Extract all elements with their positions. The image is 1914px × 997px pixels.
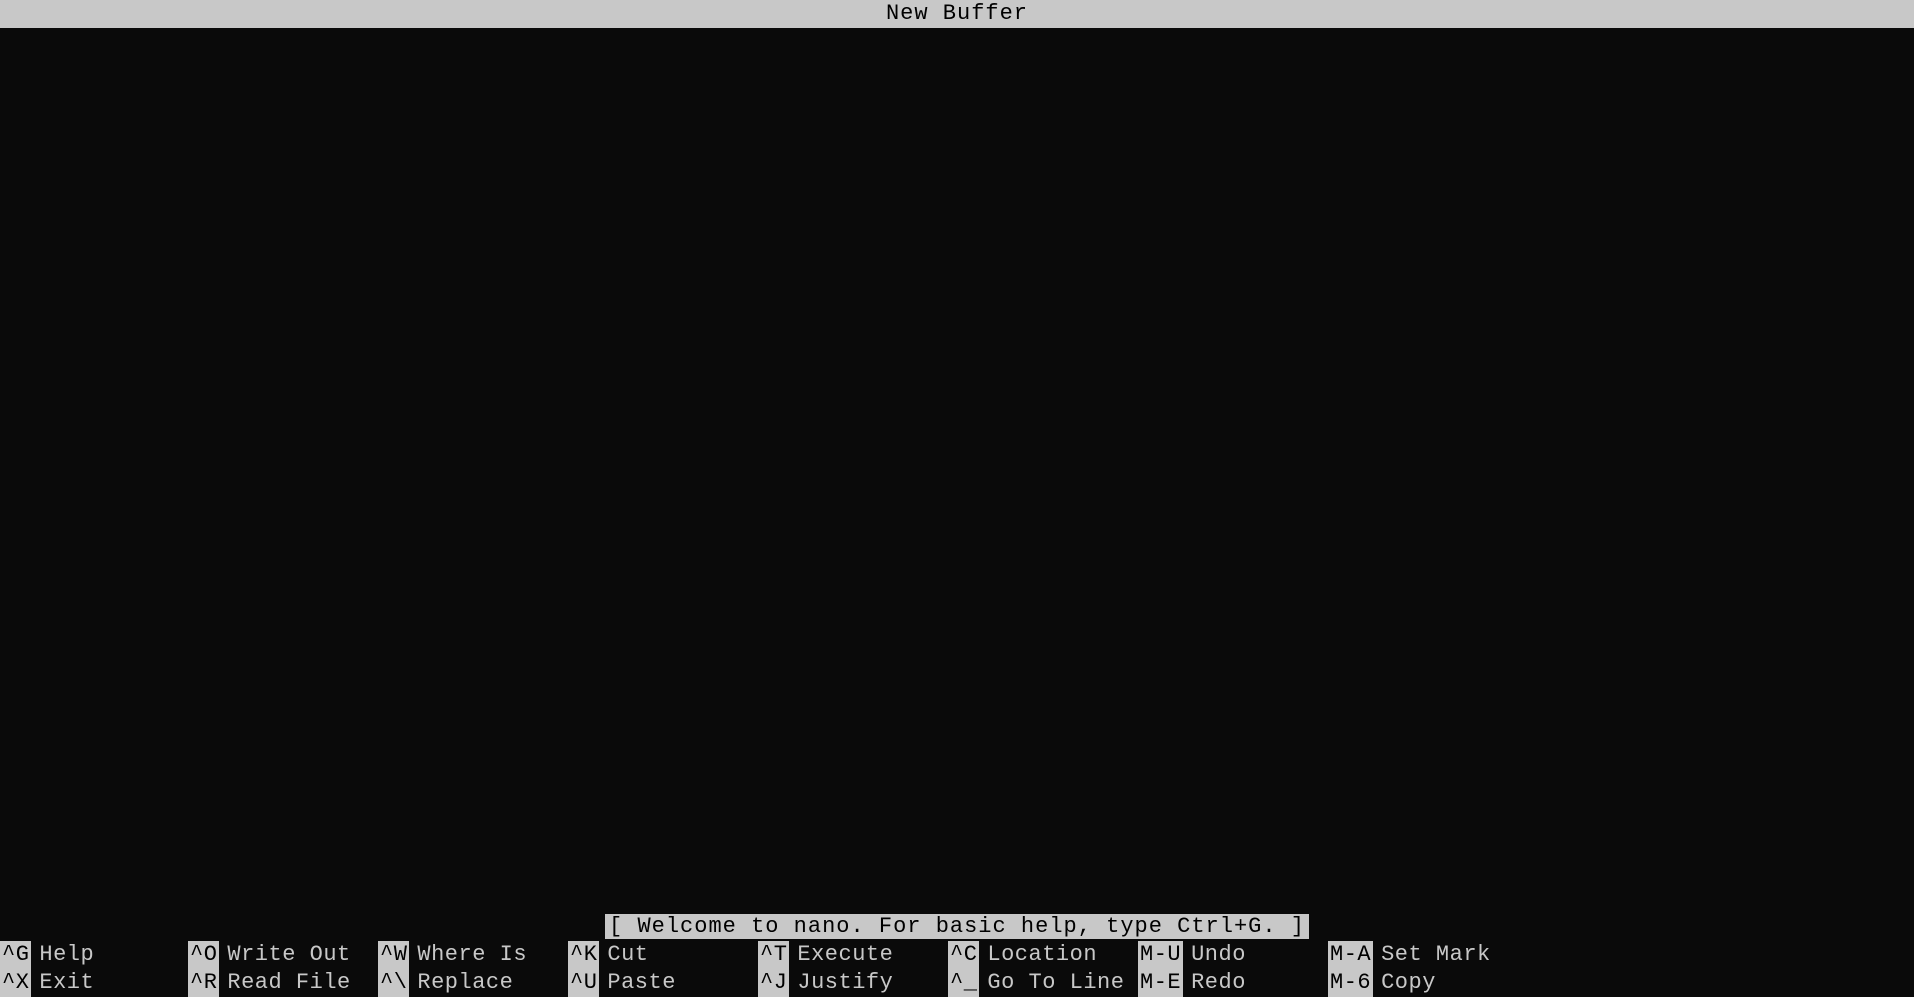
title-bar: New Buffer (0, 0, 1914, 28)
shortcut-read-file[interactable]: ^R Read File (188, 969, 378, 997)
footer-section: [ Welcome to nano. For basic help, type … (0, 913, 1914, 997)
shortcut-key: ^G (0, 941, 31, 969)
shortcut-label: Go To Line (979, 969, 1124, 997)
shortcut-label: Justify (789, 969, 893, 997)
shortcut-justify[interactable]: ^J Justify (758, 969, 948, 997)
shortcut-key: M-6 (1328, 969, 1373, 997)
shortcut-key: ^_ (948, 969, 979, 997)
shortcut-key: ^T (758, 941, 789, 969)
shortcut-key: M-U (1138, 941, 1183, 969)
shortcut-label: Replace (409, 969, 513, 997)
shortcut-key: ^C (948, 941, 979, 969)
shortcut-label: Where Is (409, 941, 527, 969)
shortcut-label: Read File (219, 969, 350, 997)
shortcut-label: Undo (1183, 941, 1246, 969)
shortcut-help[interactable]: ^G Help (0, 941, 188, 969)
shortcut-location[interactable]: ^C Location (948, 941, 1138, 969)
editor-buffer[interactable] (0, 28, 1914, 913)
shortcut-row-1: ^G Help ^O Write Out ^W Where Is ^K Cut … (0, 941, 1914, 969)
shortcut-where-is[interactable]: ^W Where Is (378, 941, 568, 969)
shortcut-key: ^W (378, 941, 409, 969)
shortcut-copy[interactable]: M-6 Copy (1328, 969, 1518, 997)
shortcut-write-out[interactable]: ^O Write Out (188, 941, 378, 969)
shortcut-key: ^J (758, 969, 789, 997)
shortcut-exit[interactable]: ^X Exit (0, 969, 188, 997)
shortcut-label: Execute (789, 941, 893, 969)
shortcut-label: Redo (1183, 969, 1246, 997)
shortcut-key: ^\ (378, 969, 409, 997)
shortcut-paste[interactable]: ^U Paste (568, 969, 758, 997)
shortcut-key: M-E (1138, 969, 1183, 997)
shortcut-label: Help (31, 941, 94, 969)
shortcut-label: Write Out (219, 941, 350, 969)
shortcut-undo[interactable]: M-U Undo (1138, 941, 1328, 969)
shortcut-key: ^O (188, 941, 219, 969)
shortcut-key: ^R (188, 969, 219, 997)
shortcut-execute[interactable]: ^T Execute (758, 941, 948, 969)
shortcut-row-2: ^X Exit ^R Read File ^\ Replace ^U Paste… (0, 969, 1914, 997)
shortcut-cut[interactable]: ^K Cut (568, 941, 758, 969)
buffer-title: New Buffer (886, 1, 1028, 26)
shortcut-label: Paste (599, 969, 676, 997)
shortcut-label: Set Mark (1373, 941, 1491, 969)
shortcut-key: ^X (0, 969, 31, 997)
shortcut-key: ^U (568, 969, 599, 997)
shortcut-label: Exit (31, 969, 94, 997)
shortcut-bar: ^G Help ^O Write Out ^W Where Is ^K Cut … (0, 941, 1914, 997)
shortcut-label: Copy (1373, 969, 1436, 997)
shortcut-set-mark[interactable]: M-A Set Mark (1328, 941, 1518, 969)
shortcut-key: M-A (1328, 941, 1373, 969)
shortcut-redo[interactable]: M-E Redo (1138, 969, 1328, 997)
status-line: [ Welcome to nano. For basic help, type … (0, 913, 1914, 941)
shortcut-replace[interactable]: ^\ Replace (378, 969, 568, 997)
shortcut-key: ^K (568, 941, 599, 969)
shortcut-label: Location (979, 941, 1097, 969)
status-message: [ Welcome to nano. For basic help, type … (605, 914, 1309, 939)
shortcut-go-to-line[interactable]: ^_ Go To Line (948, 969, 1138, 997)
shortcut-label: Cut (599, 941, 648, 969)
